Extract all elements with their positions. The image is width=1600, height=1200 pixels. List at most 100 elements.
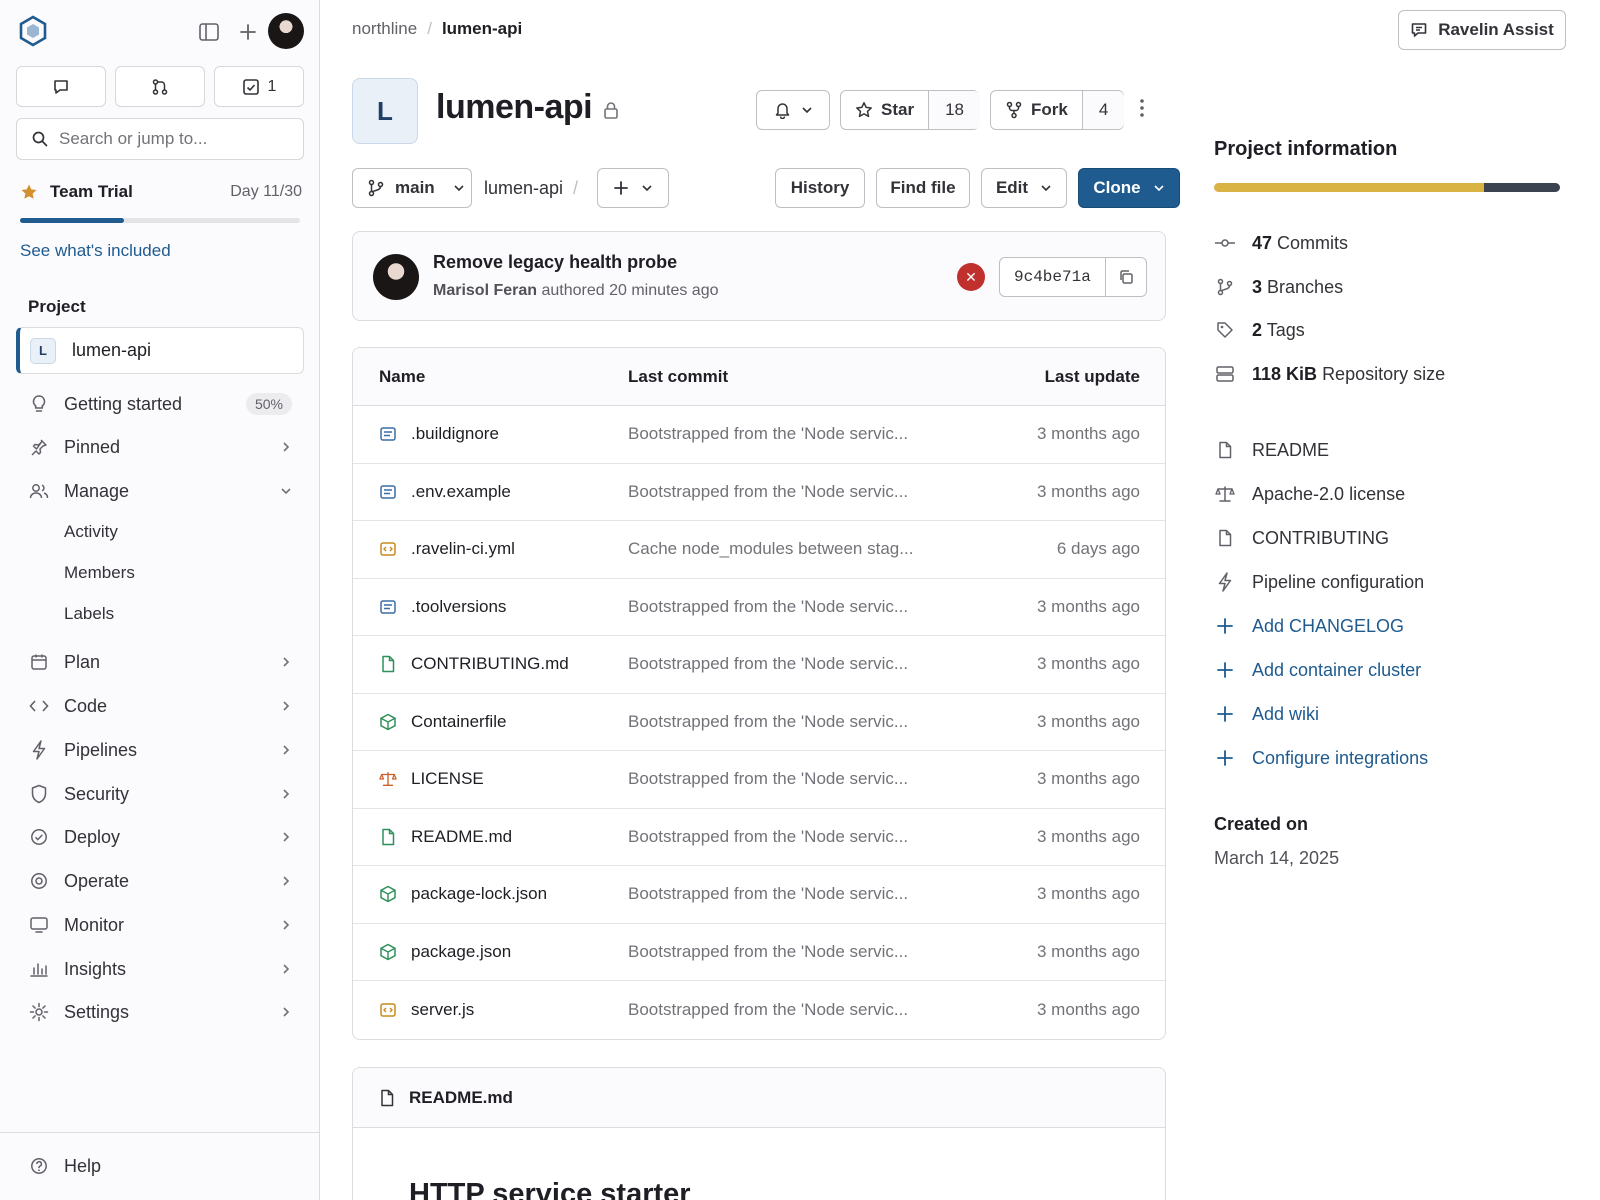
- sidebar-item-deploy[interactable]: Deploy: [28, 822, 292, 852]
- table-row[interactable]: .env.example Bootstrapped from the 'Node …: [353, 464, 1165, 521]
- commit-title-link[interactable]: Remove legacy health probe: [433, 252, 677, 273]
- sidebar-item-pinned[interactable]: Pinned: [28, 432, 292, 462]
- add-to-tree-button[interactable]: [597, 168, 669, 208]
- sidebar-item-getting-started[interactable]: Getting started 50%: [28, 389, 292, 419]
- file-name-link[interactable]: README.md: [411, 827, 512, 847]
- file-last-commit-link[interactable]: Cache node_modules between stag...: [628, 539, 1008, 559]
- language-bar[interactable]: [1214, 183, 1560, 192]
- table-row[interactable]: LICENSE Bootstrapped from the 'Node servi…: [353, 751, 1165, 809]
- file-name-link[interactable]: .ravelin-ci.yml: [411, 539, 515, 559]
- file-name-link[interactable]: LICENSE: [411, 769, 484, 789]
- see-whats-included-link[interactable]: See what's included: [20, 241, 171, 261]
- table-row[interactable]: package-lock.json Bootstrapped from the '…: [353, 866, 1165, 924]
- breadcrumb-project-link[interactable]: lumen-api: [442, 19, 522, 39]
- sidebar-item-pipelines[interactable]: Pipelines: [28, 735, 292, 765]
- file-name-link[interactable]: package.json: [411, 942, 511, 962]
- sidebar-item-operate[interactable]: Operate: [28, 866, 292, 896]
- file-last-commit-link[interactable]: Bootstrapped from the 'Node servic...: [628, 482, 1008, 502]
- search-bar[interactable]: [16, 118, 304, 160]
- create-new-icon[interactable]: [236, 20, 260, 44]
- star-button[interactable]: Star 18: [840, 90, 980, 130]
- sidebar-subitem-labels[interactable]: Labels: [64, 604, 114, 624]
- contributing-link[interactable]: CONTRIBUTING: [1214, 527, 1389, 549]
- file-last-commit-link[interactable]: Bootstrapped from the 'Node servic...: [628, 654, 1008, 674]
- file-name-link[interactable]: .env.example: [411, 482, 511, 502]
- file-last-commit-link[interactable]: Bootstrapped from the 'Node servic...: [628, 424, 1008, 444]
- breadcrumb-group-link[interactable]: northline: [352, 19, 417, 39]
- tags-link[interactable]: 2 Tags: [1214, 319, 1305, 341]
- commit-author-link[interactable]: Marisol Feran: [433, 282, 537, 299]
- sidebar-subitem-activity[interactable]: Activity: [64, 522, 118, 542]
- commits-link[interactable]: 47 Commits: [1214, 232, 1348, 254]
- toggle-sidebar-icon[interactable]: [197, 20, 221, 44]
- sidebar-item-settings[interactable]: Settings: [28, 997, 292, 1027]
- sidebar-item-project[interactable]: L lumen-api: [16, 327, 304, 374]
- file-name-link[interactable]: CONTRIBUTING.md: [411, 654, 569, 674]
- copy-icon[interactable]: [1106, 269, 1146, 285]
- sidebar-item-plan[interactable]: Plan: [28, 647, 292, 677]
- merge-requests-button[interactable]: [115, 66, 205, 107]
- file-last-commit-link[interactable]: Bootstrapped from the 'Node servic...: [628, 712, 1008, 732]
- file-name-link[interactable]: package-lock.json: [411, 884, 547, 904]
- readme-link[interactable]: README: [1214, 439, 1329, 461]
- table-row[interactable]: .toolversions Bootstrapped from the 'Node…: [353, 579, 1165, 636]
- user-avatar[interactable]: [268, 13, 304, 49]
- star-count[interactable]: 18: [928, 91, 980, 129]
- app-logo-icon[interactable]: [16, 14, 50, 48]
- lightbulb-icon: [28, 393, 50, 415]
- file-last-commit-link[interactable]: Bootstrapped from the 'Node servic...: [628, 597, 1008, 617]
- file-last-commit-link[interactable]: Bootstrapped from the 'Node servic...: [628, 769, 1008, 789]
- readme-filename[interactable]: README.md: [409, 1088, 513, 1108]
- commit-author-avatar[interactable]: [373, 254, 419, 300]
- find-file-button[interactable]: Find file: [876, 168, 970, 208]
- table-row[interactable]: server.js Bootstrapped from the 'Node ser…: [353, 981, 1165, 1039]
- table-row[interactable]: README.md Bootstrapped from the 'Node ser…: [353, 809, 1165, 866]
- notifications-button[interactable]: [756, 90, 830, 130]
- file-name-link[interactable]: .buildignore: [411, 424, 499, 444]
- license-link[interactable]: Apache-2.0 license: [1214, 483, 1405, 505]
- table-row[interactable]: .buildignore Bootstrapped from the 'Node …: [353, 406, 1165, 464]
- sidebar-item-manage[interactable]: Manage: [28, 476, 292, 506]
- fork-count[interactable]: 4: [1081, 91, 1125, 129]
- repo-path[interactable]: lumen-api: [484, 178, 563, 199]
- edit-button[interactable]: Edit: [981, 168, 1067, 208]
- add-wiki-link[interactable]: Add wiki: [1214, 703, 1319, 725]
- branch-selector[interactable]: main: [352, 168, 472, 208]
- history-button[interactable]: History: [775, 168, 865, 208]
- issues-button[interactable]: [16, 66, 106, 107]
- commit-sha[interactable]: 9c4be71a: [1000, 258, 1106, 296]
- sidebar-item-insights[interactable]: Insights: [28, 954, 292, 984]
- file-last-commit-link[interactable]: Bootstrapped from the 'Node servic...: [628, 827, 1008, 847]
- branches-link[interactable]: 3 Branches: [1214, 276, 1343, 298]
- more-actions-icon[interactable]: [1139, 98, 1145, 118]
- pin-icon: [28, 436, 50, 458]
- table-row[interactable]: package.json Bootstrapped from the 'Node …: [353, 924, 1165, 981]
- sidebar-item-monitor[interactable]: Monitor: [28, 910, 292, 940]
- trial-widget[interactable]: Team Trial Day 11/30: [20, 182, 302, 202]
- assist-button[interactable]: Ravelin Assist: [1398, 10, 1566, 50]
- table-row[interactable]: CONTRIBUTING.md Bootstrapped from the 'No…: [353, 636, 1165, 694]
- search-input[interactable]: [59, 129, 289, 149]
- sidebar-item-code[interactable]: Code: [28, 691, 292, 721]
- file-last-commit-link[interactable]: Bootstrapped from the 'Node servic...: [628, 884, 1008, 904]
- pipeline-failed-icon[interactable]: ✕: [957, 263, 985, 291]
- table-row[interactable]: .ravelin-ci.yml Cache node_modules betwee…: [353, 521, 1165, 579]
- table-row[interactable]: Containerfile Bootstrapped from the 'Node…: [353, 694, 1165, 751]
- file-name-link[interactable]: Containerfile: [411, 712, 506, 732]
- sidebar-subitem-members[interactable]: Members: [64, 563, 135, 583]
- fork-button[interactable]: Fork 4: [990, 90, 1125, 130]
- todos-button[interactable]: 1: [214, 66, 304, 107]
- file-last-commit-link[interactable]: Bootstrapped from the 'Node servic...: [628, 1000, 1008, 1020]
- file-name-link[interactable]: .toolversions: [411, 597, 506, 617]
- add-container-cluster-link[interactable]: Add container cluster: [1214, 659, 1421, 681]
- configure-integrations-link[interactable]: Configure integrations: [1214, 747, 1428, 769]
- file-last-update: 3 months ago: [1036, 769, 1140, 789]
- sidebar-item-label: Pinned: [64, 436, 121, 457]
- file-last-commit-link[interactable]: Bootstrapped from the 'Node servic...: [628, 942, 1008, 962]
- file-name-link[interactable]: server.js: [411, 1000, 474, 1020]
- add-changelog-link[interactable]: Add CHANGELOG: [1214, 615, 1404, 637]
- clone-button[interactable]: Clone: [1078, 168, 1180, 208]
- sidebar-item-security[interactable]: Security: [28, 779, 292, 809]
- pipeline-config-link[interactable]: Pipeline configuration: [1214, 571, 1424, 593]
- sidebar-item-help[interactable]: Help: [28, 1151, 292, 1181]
